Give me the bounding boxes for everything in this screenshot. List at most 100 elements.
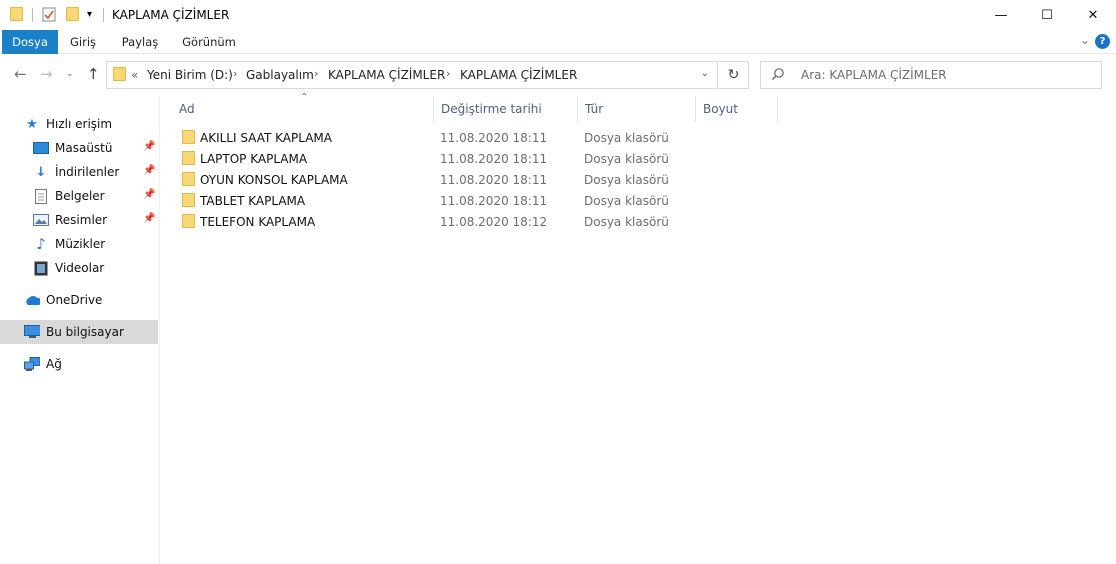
- nav-item-this-pc[interactable]: Bu bilgisayar: [0, 320, 158, 344]
- nav-item-label: İndirilenler: [55, 165, 120, 179]
- nav-item-desktop[interactable]: Masaüstü 📌: [0, 136, 158, 160]
- nav-item-network[interactable]: Ağ: [0, 352, 158, 376]
- nav-item-label: Hızlı erişim: [46, 117, 113, 131]
- nav-item-downloads[interactable]: ↓ İndirilenler 📌: [0, 160, 158, 184]
- nav-item-label: Masaüstü: [55, 141, 113, 155]
- column-header-name[interactable]: Ad: [172, 96, 434, 122]
- window-title: KAPLAMA ÇİZİMLER: [112, 8, 230, 22]
- tab-home[interactable]: Giriş: [60, 30, 106, 54]
- music-icon: ♪: [36, 235, 46, 253]
- folder-icon: [182, 193, 195, 210]
- file-name: LAPTOP KAPLAMA: [200, 152, 308, 166]
- file-name: AKILLI SAAT KAPLAMA: [200, 131, 332, 145]
- title-bar: ▾ KAPLAMA ÇİZİMLER — ☐ ✕: [0, 0, 1116, 30]
- list-item[interactable]: LAPTOP KAPLAMA 11.08.2020 18:11 Dosya kl…: [160, 148, 760, 169]
- up-arrow-icon[interactable]: ↑: [87, 65, 100, 83]
- chevron-right-icon[interactable]: ›: [446, 67, 450, 80]
- refresh-button[interactable]: ↻: [719, 61, 749, 89]
- column-header-date[interactable]: Değiştirme tarihi: [434, 96, 578, 122]
- pictures-icon: [33, 212, 49, 228]
- breadcrumb-overflow[interactable]: «: [131, 68, 138, 82]
- file-type: Dosya klasörü: [584, 152, 669, 166]
- new-folder-icon[interactable]: [66, 7, 79, 24]
- breadcrumb-item[interactable]: Yeni Birim (D:): [147, 68, 233, 82]
- tab-share[interactable]: Paylaş: [112, 30, 168, 54]
- back-arrow-icon[interactable]: ←: [14, 65, 27, 83]
- nav-item-documents[interactable]: Belgeler 📌: [0, 184, 158, 208]
- folder-icon: [10, 7, 23, 24]
- folder-icon: [182, 172, 195, 189]
- search-icon: [771, 67, 785, 85]
- nav-item-label: Belgeler: [55, 189, 105, 203]
- nav-item-videos[interactable]: Videolar: [0, 256, 158, 280]
- navigation-pane: ★ Hızlı erişim Masaüstü 📌 ↓ İndirilenler…: [0, 96, 160, 564]
- list-item[interactable]: TELEFON KAPLAMA 11.08.2020 18:12 Dosya k…: [160, 211, 760, 232]
- address-bar[interactable]: « Yeni Birim (D:) › Gablayalım › KAPLAMA…: [106, 61, 718, 89]
- recent-locations-icon[interactable]: ⌄: [66, 69, 74, 79]
- cloud-icon: [24, 292, 40, 308]
- pin-icon[interactable]: 📌: [143, 213, 155, 224]
- folder-icon: [182, 214, 195, 231]
- tab-view[interactable]: Görünüm: [174, 30, 244, 54]
- folder-icon: [113, 67, 126, 84]
- file-date: 11.08.2020 18:11: [440, 194, 548, 208]
- file-name: TABLET KAPLAMA: [200, 194, 306, 208]
- download-icon: ↓: [35, 164, 47, 180]
- search-input[interactable]: Ara: KAPLAMA ÇİZİMLER: [760, 61, 1102, 89]
- desktop-icon: [33, 140, 49, 156]
- nav-item-quick-access[interactable]: ★ Hızlı erişim: [0, 112, 158, 136]
- list-item[interactable]: OYUN KONSOL KAPLAMA 11.08.2020 18:11 Dos…: [160, 169, 760, 190]
- breadcrumb-item[interactable]: KAPLAMA ÇİZİMLER: [328, 68, 445, 82]
- address-dropdown-icon[interactable]: ⌄: [701, 68, 709, 79]
- video-icon: [33, 260, 49, 276]
- divider: [32, 8, 33, 22]
- nav-item-label: Müzikler: [55, 237, 106, 251]
- nav-item-music[interactable]: ♪ Müzikler: [0, 232, 158, 256]
- file-type: Dosya klasörü: [584, 131, 669, 145]
- ribbon: Dosya Giriş Paylaş Görünüm ⌄ ?: [0, 30, 1116, 54]
- file-list: ⌃ Ad Değiştirme tarihi Tür Boyut AKILLI …: [160, 92, 1116, 564]
- nav-item-label: Videolar: [55, 261, 105, 275]
- maximize-button[interactable]: ☐: [1024, 0, 1070, 30]
- help-icon[interactable]: ?: [1095, 34, 1110, 49]
- nav-item-label: Bu bilgisayar: [46, 325, 124, 339]
- pin-icon[interactable]: 📌: [143, 165, 155, 176]
- refresh-icon: ↻: [727, 67, 740, 83]
- computer-icon: [24, 324, 40, 340]
- nav-item-label: Resimler: [55, 213, 108, 227]
- expand-ribbon-icon[interactable]: ⌄: [1080, 33, 1090, 47]
- divider: [103, 8, 104, 22]
- tab-file[interactable]: Dosya: [2, 30, 58, 54]
- file-name: TELEFON KAPLAMA: [200, 215, 316, 229]
- nav-item-pictures[interactable]: Resimler 📌: [0, 208, 158, 232]
- breadcrumb-item[interactable]: Gablayalım: [246, 68, 314, 82]
- file-type: Dosya klasörü: [584, 173, 669, 187]
- properties-icon[interactable]: [42, 7, 56, 25]
- chevron-right-icon[interactable]: ›: [314, 67, 318, 80]
- nav-item-label: Ağ: [46, 357, 62, 371]
- forward-arrow-icon[interactable]: →: [40, 65, 53, 83]
- breadcrumb-item[interactable]: KAPLAMA ÇİZİMLER: [460, 68, 577, 82]
- folder-icon: [182, 130, 195, 147]
- minimize-button[interactable]: —: [978, 0, 1024, 30]
- file-date: 11.08.2020 18:11: [440, 152, 548, 166]
- file-type: Dosya klasörü: [584, 215, 669, 229]
- close-button[interactable]: ✕: [1070, 0, 1116, 30]
- folder-icon: [182, 151, 195, 168]
- document-icon: [33, 188, 49, 204]
- file-date: 11.08.2020 18:12: [440, 215, 548, 229]
- file-date: 11.08.2020 18:11: [440, 173, 548, 187]
- customize-toolbar-icon[interactable]: ▾: [87, 9, 92, 20]
- file-name: OYUN KONSOL KAPLAMA: [200, 173, 348, 187]
- column-header-size[interactable]: Boyut: [696, 96, 778, 122]
- network-icon: [24, 356, 40, 372]
- nav-item-label: OneDrive: [46, 293, 103, 307]
- star-icon: ★: [26, 116, 38, 132]
- chevron-right-icon[interactable]: ›: [233, 67, 237, 80]
- pin-icon[interactable]: 📌: [143, 141, 155, 152]
- list-item[interactable]: TABLET KAPLAMA 11.08.2020 18:11 Dosya kl…: [160, 190, 760, 211]
- list-item[interactable]: AKILLI SAAT KAPLAMA 11.08.2020 18:11 Dos…: [160, 127, 760, 148]
- pin-icon[interactable]: 📌: [143, 189, 155, 200]
- nav-item-onedrive[interactable]: OneDrive: [0, 288, 158, 312]
- column-header-type[interactable]: Tür: [578, 96, 696, 122]
